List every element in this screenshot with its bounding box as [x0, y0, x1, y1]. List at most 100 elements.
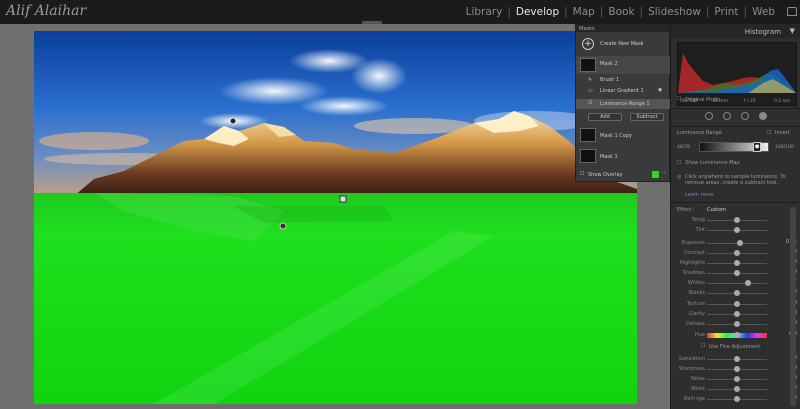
slider-knob[interactable]	[737, 240, 743, 246]
effect-label: Effect :	[677, 207, 695, 213]
effect-preset-select[interactable]: Custom	[707, 207, 726, 213]
linear-gradient-item[interactable]: Linear Gradient 1	[600, 88, 644, 94]
adjustment-slider[interactable]: 37	[707, 279, 800, 287]
slider-label: Moiré	[691, 386, 705, 392]
slider-label: Texture	[686, 301, 705, 307]
slider-label: Clarity	[688, 311, 705, 317]
sample-target-icon: ◎	[677, 174, 682, 180]
redeye-tool-icon[interactable]	[741, 112, 749, 120]
lightroom-window: { "app": {"logo_text": "Alif Alaihar"}, …	[0, 0, 800, 409]
shutter-readout: 0.5 sec	[774, 99, 791, 104]
mask-1-copy-row[interactable]: Mask 1 Copy	[576, 126, 671, 146]
divider	[671, 202, 800, 203]
adjustment-slider[interactable]	[707, 216, 800, 224]
overlay-color-swatch[interactable]	[652, 171, 659, 178]
adjustment-slider[interactable]: 0	[707, 395, 800, 403]
mask-2-thumbnail	[580, 58, 596, 72]
slider-knob[interactable]	[734, 332, 740, 338]
slider-track	[707, 283, 767, 284]
adjustment-slider[interactable]: 0	[707, 365, 800, 373]
mask-1-thumbnail	[580, 149, 596, 163]
collapse-triangle-icon[interactable]: ▼	[790, 27, 795, 35]
original-photo-label: Original Photo	[685, 97, 721, 103]
adjustment-slider[interactable]: 0	[707, 355, 800, 363]
adjustment-slider[interactable]: 0	[707, 259, 800, 267]
mask-1-label: Mask 1	[600, 154, 618, 160]
visibility-eye-icon[interactable]: ◉	[658, 87, 662, 93]
module-web[interactable]: Web	[747, 6, 780, 18]
slider-knob[interactable]	[734, 396, 740, 402]
module-print[interactable]: Print	[709, 6, 743, 18]
adjustment-slider[interactable]: 0	[707, 249, 800, 257]
adjustment-slider[interactable]: 0	[707, 385, 800, 393]
luminance-handle-icon[interactable]: ⬢	[753, 142, 761, 152]
slider-label: Saturation	[678, 356, 705, 362]
module-slideshow[interactable]: Slideshow	[643, 6, 706, 18]
slider-knob[interactable]	[734, 270, 740, 276]
slider-label: Defringe	[683, 396, 705, 402]
masks-panel-header: Masks	[576, 25, 669, 32]
adjustment-slider[interactable]: 0	[707, 289, 800, 297]
adjustment-slider[interactable]: 0	[707, 320, 800, 328]
adjustment-slider[interactable]: 0.14	[707, 239, 800, 247]
adjustment-slider[interactable]: 0	[707, 375, 800, 383]
luminance-right-value: 100/100	[775, 145, 794, 150]
module-book[interactable]: Book	[603, 6, 639, 18]
luminance-checkbox-icon[interactable]: ☑	[588, 100, 592, 106]
slider-knob[interactable]	[734, 260, 740, 266]
slider-knob[interactable]	[734, 321, 740, 327]
more-options-icon[interactable]: ⋯	[662, 170, 667, 176]
mask-tool-icon[interactable]	[759, 112, 767, 120]
slider-knob[interactable]	[734, 386, 740, 392]
luminance-range-title: Luminance Range	[677, 130, 722, 136]
slider-knob[interactable]	[734, 311, 740, 317]
slider-knob[interactable]	[734, 250, 740, 256]
crop-tool-icon[interactable]	[705, 112, 713, 120]
brush-1-item[interactable]: Brush 1	[600, 77, 619, 83]
show-luminance-map-checkbox[interactable]: ☐	[677, 160, 681, 166]
create-mask-icon[interactable]: +	[582, 38, 594, 50]
original-photo-checkbox[interactable]: ☐	[677, 96, 681, 102]
module-develop[interactable]: Develop	[511, 6, 564, 18]
adjustment-slider[interactable]: 0	[707, 310, 800, 318]
create-new-mask-label[interactable]: Create New Mask	[600, 41, 644, 47]
module-map[interactable]: Map	[568, 6, 600, 18]
invert-checkbox[interactable]: ☐	[767, 130, 771, 136]
learn-more-link[interactable]: Learn more	[685, 192, 714, 198]
slider-knob[interactable]	[734, 376, 740, 382]
show-overlay-checkbox[interactable]: ☐	[580, 171, 584, 177]
mask-2-row[interactable]: Mask 2	[576, 56, 671, 74]
heal-tool-icon[interactable]	[723, 112, 731, 120]
adjustment-slider[interactable]	[707, 226, 800, 234]
gradient-icon: ▭	[588, 88, 593, 94]
add-mask-button[interactable]: Add	[588, 113, 622, 121]
slider-knob[interactable]	[744, 280, 751, 286]
tool-strip	[671, 109, 800, 125]
slider-knob[interactable]	[734, 301, 740, 307]
cloud-sync-icon[interactable]	[787, 7, 797, 16]
slider-label: Tint	[695, 227, 705, 233]
slider-label: Sharpness	[678, 366, 705, 372]
slider-knob[interactable]	[734, 227, 740, 233]
slider-knob[interactable]	[734, 356, 740, 362]
panel-scrollbar[interactable]	[790, 207, 796, 407]
fine-adjust-checkbox[interactable]: ☐	[701, 343, 705, 349]
adjustment-slider[interactable]: 0	[707, 269, 800, 277]
mask-1-row[interactable]: Mask 1	[576, 147, 671, 167]
subtract-mask-button[interactable]: Subtract	[630, 113, 664, 121]
show-luminance-map-label: Show Luminance Map	[685, 160, 740, 166]
adjustment-slider[interactable]: 0.0	[707, 331, 800, 339]
photo-preview[interactable]	[34, 31, 637, 404]
image-canvas[interactable]	[0, 24, 670, 409]
add-label: Add	[600, 114, 610, 120]
slider-knob[interactable]	[734, 290, 740, 296]
adjustment-slider[interactable]: 0	[707, 300, 800, 308]
slider-label: Contrast	[683, 250, 705, 256]
mask-2-label: Mask 2	[600, 61, 618, 67]
slider-label: Temp	[691, 217, 705, 223]
slider-knob[interactable]	[734, 217, 740, 223]
luminance-range-row[interactable]: ☑ Luminance Range 1	[576, 99, 671, 109]
masks-title: Masks	[579, 26, 595, 32]
slider-knob[interactable]	[734, 366, 740, 372]
module-library[interactable]: Library	[461, 6, 508, 18]
